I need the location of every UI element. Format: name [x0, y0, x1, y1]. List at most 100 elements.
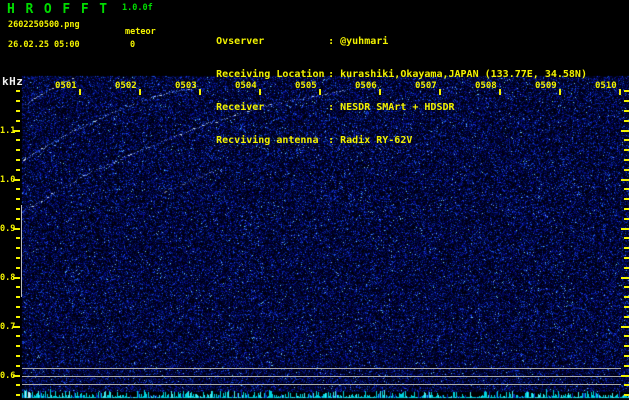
observer-row: Receiver: NESDR SMArt + HDSDR — [180, 91, 587, 113]
freq-minor-tick — [624, 335, 629, 337]
freq-minor-tick — [624, 139, 629, 141]
freq-minor-tick — [16, 267, 20, 269]
freq-minor-tick — [16, 218, 20, 220]
observer-row-colon: : — [328, 102, 335, 113]
observer-row: Ovserver: @yuhmari — [180, 25, 587, 47]
freq-minor-tick — [16, 365, 20, 367]
freq-label: 0.8 — [0, 273, 16, 283]
freq-minor-tick — [16, 316, 20, 318]
time-tick — [139, 89, 141, 95]
freq-axis-unit: kHz — [2, 75, 24, 88]
freq-label: 0.9 — [0, 224, 16, 234]
freq-minor-tick — [624, 198, 629, 200]
freq-minor-tick — [624, 169, 629, 171]
freq-minor-tick — [16, 296, 20, 298]
freq-minor-tick — [16, 335, 20, 337]
freq-label: 0.6 — [0, 371, 16, 381]
freq-minor-tick — [16, 100, 20, 102]
observer-row-label: Recviving antenna — [216, 135, 319, 146]
freq-minor-tick — [624, 247, 629, 249]
meteor-count: 0 — [130, 40, 136, 50]
time-label: 0502 — [115, 81, 137, 91]
time-tick — [79, 89, 81, 95]
time-label: 0510 — [595, 81, 617, 91]
reference-line — [22, 384, 621, 385]
freq-major-tick — [621, 130, 629, 132]
freq-minor-tick — [16, 188, 20, 190]
observer-row-value: @yuhmari — [340, 36, 389, 47]
observer-info: Ovserver: @yuhmari Receiving Location: kur… — [180, 3, 587, 157]
freq-minor-tick — [16, 306, 20, 308]
freq-minor-tick — [624, 100, 629, 102]
freq-minor-tick — [624, 345, 629, 347]
freq-major-tick — [13, 277, 20, 279]
freq-minor-tick — [624, 120, 629, 122]
freq-major-tick — [13, 228, 20, 230]
freq-label: 1.0 — [0, 175, 16, 185]
observer-row-label: Ovserver — [216, 36, 265, 47]
freq-minor-tick — [624, 267, 629, 269]
freq-minor-tick — [624, 296, 629, 298]
reference-line — [22, 376, 621, 377]
freq-minor-tick — [624, 257, 629, 259]
time-label: 0501 — [55, 81, 77, 91]
freq-major-tick — [13, 179, 20, 181]
app-version: 1.0.0f — [122, 3, 153, 13]
freq-minor-tick — [624, 237, 629, 239]
band-marker-line — [21, 205, 22, 297]
freq-minor-tick — [16, 159, 20, 161]
freq-major-tick — [621, 277, 629, 279]
freq-major-tick — [13, 130, 20, 132]
freq-label: 1.1 — [0, 126, 16, 136]
freq-major-tick — [621, 179, 629, 181]
freq-major-tick — [621, 228, 629, 230]
freq-label: 0.7 — [0, 322, 16, 332]
observer-row: Recviving antenna: Radix RY-62V — [180, 124, 587, 146]
freq-minor-tick — [624, 355, 629, 357]
freq-minor-tick — [16, 110, 20, 112]
observer-row: Receiving Location: kurashiki,Okayama,JAP… — [180, 58, 587, 80]
freq-major-tick — [13, 326, 20, 328]
freq-minor-tick — [16, 120, 20, 122]
freq-minor-tick — [16, 257, 20, 259]
freq-minor-tick — [16, 247, 20, 249]
freq-minor-tick — [16, 384, 20, 386]
freq-major-tick — [621, 375, 629, 377]
freq-minor-tick — [16, 149, 20, 151]
freq-minor-tick — [16, 345, 20, 347]
record-datetime: 26.02.25 05:00 — [8, 40, 80, 50]
freq-minor-tick — [624, 188, 629, 190]
freq-minor-tick — [624, 90, 629, 92]
app-title: H R O F F T — [7, 2, 109, 17]
observer-row-value: NESDR SMArt + HDSDR — [340, 102, 455, 113]
observer-row-label: Receiver — [216, 102, 265, 113]
freq-minor-tick — [16, 237, 20, 239]
mode-label: meteor — [125, 27, 156, 37]
freq-minor-tick — [16, 208, 20, 210]
reference-line — [22, 368, 621, 369]
freq-minor-tick — [16, 90, 20, 92]
time-tick — [619, 89, 621, 95]
freq-minor-tick — [16, 394, 20, 396]
output-filename: 2602250500.png — [8, 20, 80, 30]
observer-row-value: Radix RY-62V — [340, 135, 413, 146]
freq-minor-tick — [624, 110, 629, 112]
freq-minor-tick — [16, 286, 20, 288]
observer-row-colon: : — [328, 135, 335, 146]
observer-row-colon: : — [328, 69, 335, 80]
freq-minor-tick — [624, 149, 629, 151]
observer-row-colon: : — [328, 36, 335, 47]
freq-minor-tick — [624, 286, 629, 288]
freq-minor-tick — [624, 218, 629, 220]
freq-minor-tick — [16, 355, 20, 357]
observer-row-label: Receiving Location — [216, 69, 325, 80]
freq-major-tick — [13, 375, 20, 377]
freq-minor-tick — [624, 384, 629, 386]
hrofft-window: H R O F F T 1.0.0f 2602250500.png meteor… — [0, 0, 629, 400]
observer-row-value: kurashiki,Okayama,JAPAN (133.77E, 34.58N… — [340, 69, 587, 80]
freq-minor-tick — [16, 169, 20, 171]
freq-minor-tick — [624, 159, 629, 161]
freq-major-tick — [621, 326, 629, 328]
freq-minor-tick — [624, 306, 629, 308]
freq-minor-tick — [624, 208, 629, 210]
